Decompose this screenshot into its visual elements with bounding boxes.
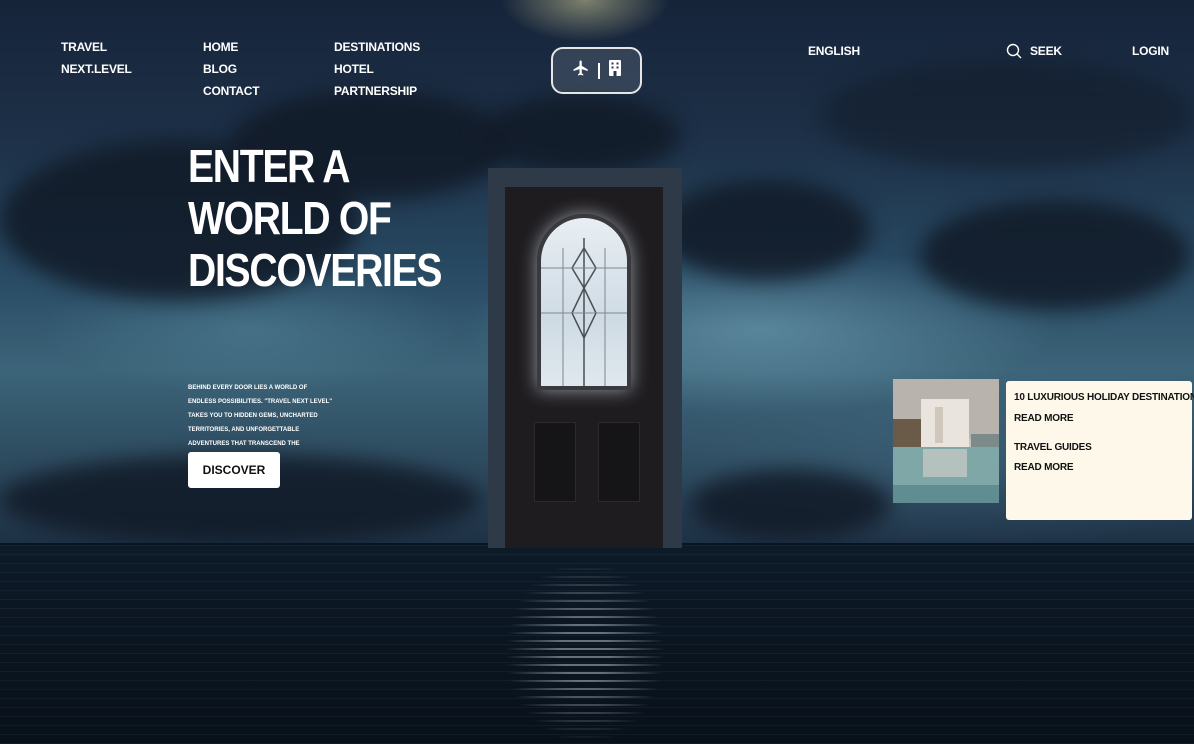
nav-link-destinations[interactable]: DESTINATIONS [334,36,420,58]
airplane-icon[interactable] [572,59,590,82]
nav-column-2: DESTINATIONS HOTEL PARTNERSHIP [334,36,420,102]
article-title-2[interactable]: TRAVEL GUIDES [1014,442,1092,453]
login-link[interactable]: LOGIN [1132,40,1169,62]
search-button[interactable]: SEEK [1006,40,1062,62]
search-label: SEEK [1030,44,1062,58]
brand-line-1: TRAVEL [61,40,107,54]
nav-column-1: HOME BLOG CONTACT [203,36,260,102]
read-more-link-2[interactable]: READ MORE [1014,462,1074,473]
nav-link-partnership[interactable]: PARTNERSHIP [334,80,420,102]
language-selector[interactable]: ENGLISH [808,40,860,62]
brand-line-2: NEXT.LEVEL [61,62,132,76]
building-icon[interactable] [608,60,622,81]
nav-link-contact[interactable]: CONTACT [203,80,260,102]
brand-logo[interactable]: TRAVEL NEXT.LEVEL [61,36,132,80]
hero-background [0,0,1194,744]
featured-articles-card: 10 LUXURIOUS HOLIDAY DESTINATIONS READ M… [1006,381,1194,520]
toggle-divider [597,62,600,79]
read-more-link-1[interactable]: READ MORE [1014,413,1074,424]
nav-link-hotel[interactable]: HOTEL [334,58,420,80]
travel-mode-toggle[interactable] [551,47,642,94]
nav-link-blog[interactable]: BLOG [203,58,259,80]
door-window [537,214,631,390]
destination-thumbnail[interactable] [893,379,999,503]
discover-button[interactable]: DISCOVER [188,452,280,488]
article-title-1[interactable]: 10 LUXURIOUS HOLIDAY DESTINATIONS [1014,392,1194,403]
hero-title: ENTER A WORLD OF DISCOVERIES [188,140,443,296]
nav-link-home[interactable]: HOME [203,36,259,58]
search-icon [1006,43,1022,59]
